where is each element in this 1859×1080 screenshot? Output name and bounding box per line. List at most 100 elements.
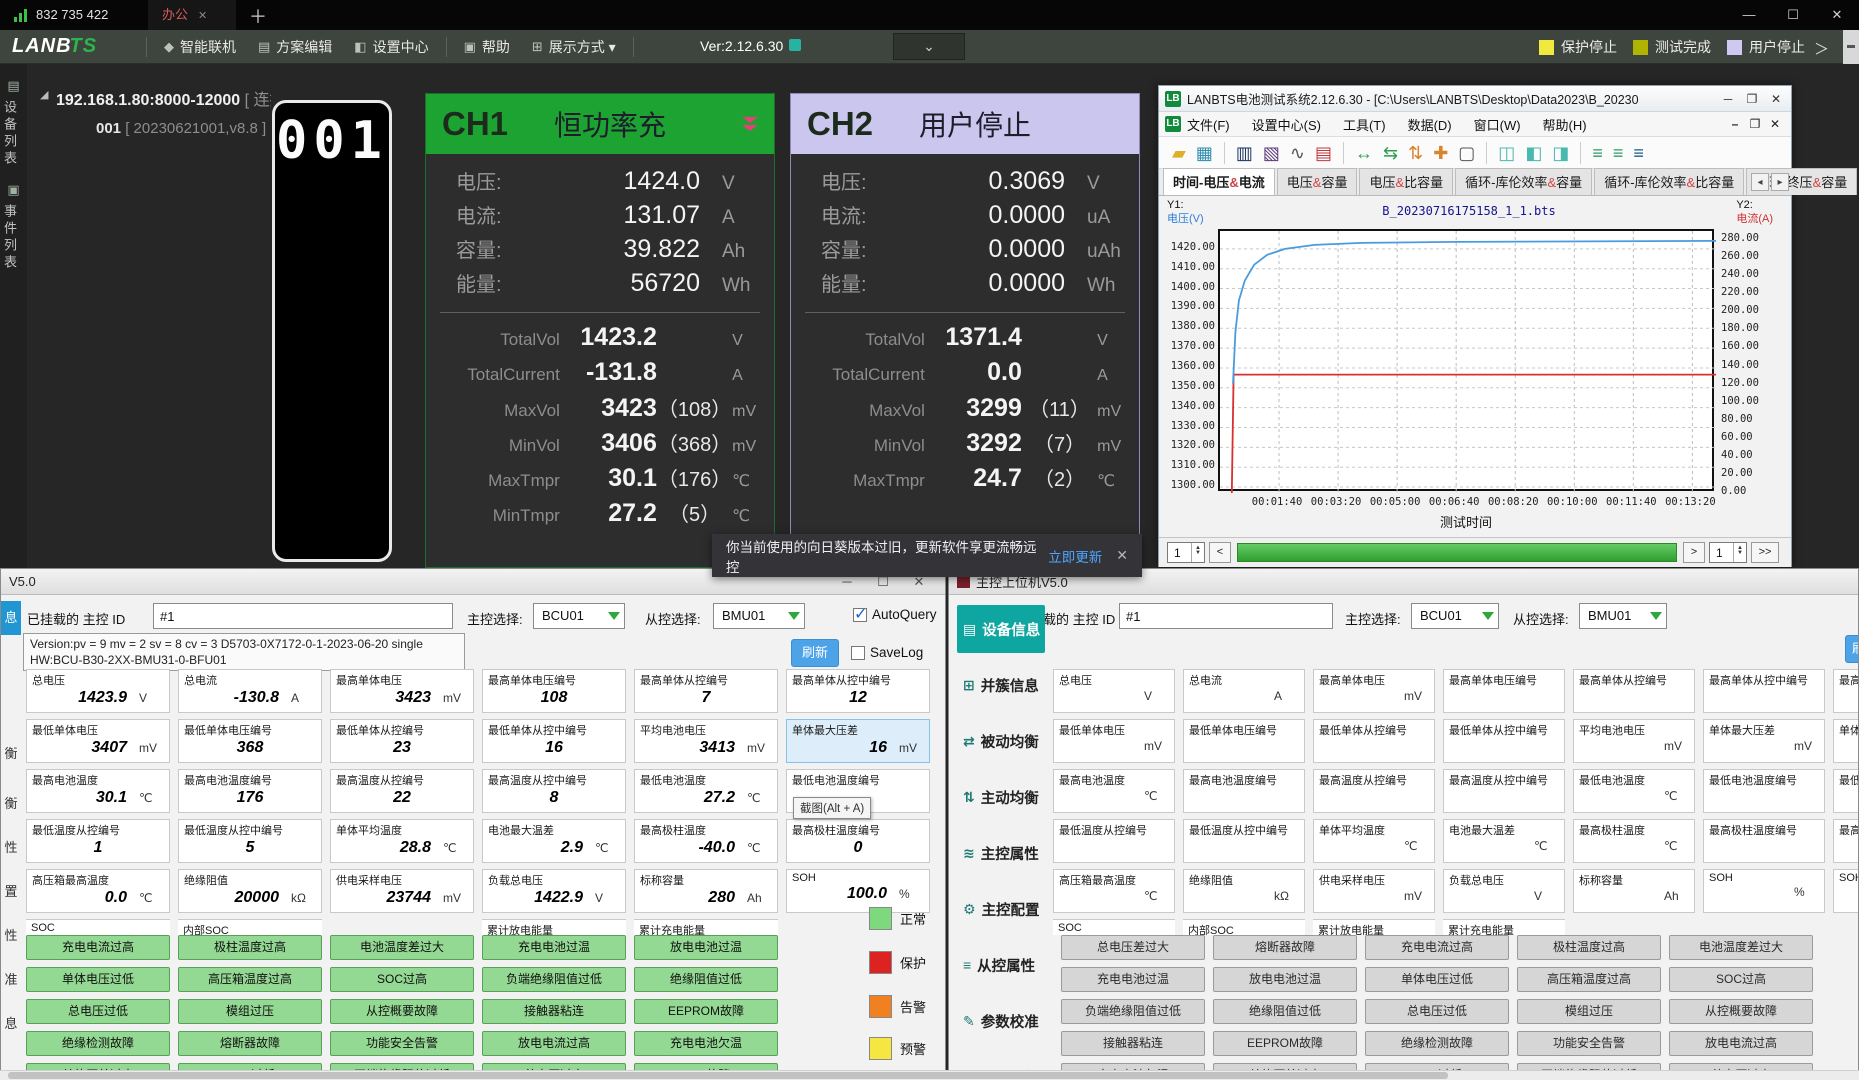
side-tab-sliver-4[interactable]: 置 bbox=[1, 875, 21, 909]
tree-caret-icon[interactable]: ◢ bbox=[40, 88, 48, 101]
side-tab-sliver-2[interactable]: 衡 bbox=[1, 787, 21, 821]
collapsed-panel-handle[interactable] bbox=[1843, 30, 1859, 64]
window-minimize-button[interactable]: — bbox=[1727, 0, 1771, 30]
toast-close-icon[interactable]: ✕ bbox=[1116, 547, 1128, 564]
nav-item-设备信息[interactable]: ▤设备信息 bbox=[957, 605, 1045, 653]
panel-right-icon[interactable]: ◨ bbox=[1552, 142, 1569, 164]
alarm-report-icon[interactable]: ▤ bbox=[1315, 142, 1332, 164]
slave-select-r[interactable]: BMU01 bbox=[1579, 603, 1667, 629]
report-chart-icon[interactable]: ▧ bbox=[1263, 142, 1280, 164]
menu-item-0[interactable]: ◆智能联机 bbox=[164, 37, 236, 57]
menu-item-4[interactable]: ⊞展示方式 ▾ bbox=[532, 37, 616, 57]
chart-tab-1[interactable]: 电压&容量 bbox=[1277, 168, 1358, 195]
save-icon[interactable]: ▦ bbox=[1196, 142, 1213, 164]
menu-item-3[interactable]: ▣帮助 bbox=[464, 37, 510, 57]
open-folder-icon[interactable]: ▰ bbox=[1172, 142, 1186, 164]
expand-all-icon[interactable]: ✚ bbox=[1433, 142, 1448, 164]
field-value-row: mV bbox=[1314, 888, 1434, 903]
window-maximize-button[interactable]: ☐ bbox=[1771, 0, 1815, 30]
y2-tick-label: 60.00 bbox=[1721, 431, 1777, 443]
status-more-chevron[interactable]: ＞ bbox=[1814, 38, 1829, 59]
side-tab-sliver-5[interactable]: 性 bbox=[1, 919, 21, 953]
side-tab-sliver-7[interactable]: 息 bbox=[1, 1007, 21, 1041]
side-tab-sliver-3[interactable]: 性 bbox=[1, 831, 21, 865]
child-window-control-1[interactable]: ❐ bbox=[1745, 117, 1765, 131]
chart-menu-3[interactable]: 数据(D) bbox=[1408, 118, 1452, 133]
autoquery-checkbox[interactable]: AutoQuery bbox=[853, 607, 937, 622]
collapse-dropdown-button[interactable]: ⌄ bbox=[893, 33, 965, 60]
tab-close-icon[interactable]: ✕ bbox=[198, 10, 207, 22]
chart-tab-4[interactable]: 循环-库伦效率&比容量 bbox=[1594, 168, 1744, 195]
chart-tab-2[interactable]: 电压&比容量 bbox=[1359, 168, 1453, 195]
nav-item-从控属性[interactable]: ≡从控属性 bbox=[957, 941, 1045, 989]
data-grid-icon[interactable]: ▥ bbox=[1236, 142, 1253, 164]
chart-close-button[interactable]: ✕ bbox=[1767, 92, 1785, 106]
mounted-id-input[interactable] bbox=[153, 603, 453, 629]
nav-item-主控配置[interactable]: ⚙主控配置 bbox=[957, 885, 1045, 933]
split-view-icon[interactable]: ◫ bbox=[1498, 142, 1515, 164]
page-last-button[interactable]: >> bbox=[1751, 542, 1779, 563]
ch1-header[interactable]: CH1 恒功率充 bbox=[426, 94, 774, 154]
window-close-button[interactable]: ✕ bbox=[1815, 0, 1859, 30]
chart-menu-2[interactable]: 工具(T) bbox=[1343, 118, 1386, 133]
compress-horizontal-icon[interactable]: ⇆ bbox=[1383, 142, 1398, 164]
list-detail-icon[interactable]: ≡ bbox=[1613, 142, 1624, 164]
rail-item-0[interactable]: ▤设备列表 bbox=[0, 78, 27, 168]
list-view-icon[interactable]: ≡ bbox=[1592, 142, 1603, 164]
mounted-id-input-r[interactable] bbox=[1119, 603, 1333, 629]
legend-label: 正常 bbox=[900, 909, 926, 928]
rail-item-1[interactable]: ▣事件列表 bbox=[0, 182, 27, 272]
side-tab-sliver-1[interactable]: 衡 bbox=[1, 737, 21, 771]
master-select-r[interactable]: BCU01 bbox=[1411, 603, 1499, 629]
side-tab-sliver-6[interactable]: 准 bbox=[1, 963, 21, 997]
menu-item-2[interactable]: ◧设置中心 bbox=[354, 37, 428, 57]
tree-root-device[interactable]: 192.168.1.80:8000-12000 [ 连接 bbox=[56, 86, 271, 110]
page-spinner-right[interactable]: 1▲▼ bbox=[1709, 542, 1747, 563]
plot-region[interactable] bbox=[1218, 229, 1714, 491]
chart-tab-0[interactable]: 时间-电压&电流 bbox=[1163, 168, 1275, 195]
list-full-icon[interactable]: ≡ bbox=[1633, 142, 1644, 164]
child-window-control-2[interactable]: ✕ bbox=[1765, 117, 1785, 131]
side-tab-sliver-0[interactable]: 息 bbox=[1, 601, 21, 635]
slave-select[interactable]: BMU01 bbox=[713, 603, 805, 629]
horizontal-scrollbar[interactable] bbox=[0, 1070, 1859, 1080]
page-progress-bar[interactable] bbox=[1237, 543, 1677, 562]
nav-item-主控属性[interactable]: ≋主控属性 bbox=[957, 829, 1045, 877]
chart-window-titlebar[interactable]: LB LANBTS电池测试系统2.12.6.30 - [C:\Users\LAN… bbox=[1159, 86, 1791, 112]
savelog-checkbox[interactable]: SaveLog bbox=[851, 645, 923, 660]
field-unit: mV bbox=[1404, 889, 1426, 903]
chart-menu-1[interactable]: 设置中心(S) bbox=[1252, 118, 1321, 133]
page-prev-button[interactable]: < bbox=[1209, 542, 1231, 563]
curve-icon[interactable]: ∿ bbox=[1290, 142, 1305, 164]
tab-scroll-left[interactable]: ◂ bbox=[1751, 173, 1769, 191]
nav-item-主动均衡[interactable]: ⇅主动均衡 bbox=[957, 773, 1045, 821]
nav-item-被动均衡[interactable]: ⇄被动均衡 bbox=[957, 717, 1045, 765]
panel-left-icon[interactable]: ◧ bbox=[1525, 142, 1542, 164]
tab-scroll-right[interactable]: ▸ bbox=[1771, 173, 1789, 191]
chart-tab-3[interactable]: 循环-库伦效率&容量 bbox=[1455, 168, 1592, 195]
chart-menu-5[interactable]: 帮助(H) bbox=[1543, 118, 1587, 133]
chart-menu-4[interactable]: 窗口(W) bbox=[1474, 118, 1521, 133]
tree-node-channel[interactable]: 001 [ 20230621001,v8.8 ] bbox=[96, 120, 266, 137]
fit-vertical-icon[interactable]: ⇅ bbox=[1408, 142, 1423, 164]
refresh-button-r[interactable]: 刷新 bbox=[1845, 635, 1859, 663]
nav-item-参数校准[interactable]: ✎参数校准 bbox=[957, 997, 1045, 1045]
frame-icon[interactable]: ▢ bbox=[1458, 142, 1475, 164]
chart-minimize-button[interactable]: ─ bbox=[1719, 92, 1737, 106]
browser-tab[interactable]: 办公✕ bbox=[148, 0, 236, 30]
chart-menu-0[interactable]: 文件(F) bbox=[1187, 118, 1230, 133]
chart-restore-button[interactable]: ❐ bbox=[1743, 92, 1761, 106]
menu-item-1[interactable]: ▤方案编辑 bbox=[258, 37, 332, 57]
page-spinner-left[interactable]: 1▲▼ bbox=[1167, 542, 1205, 563]
page-next-button[interactable]: > bbox=[1683, 542, 1705, 563]
nav-item-并簇信息[interactable]: ⊞并簇信息 bbox=[957, 661, 1045, 709]
fit-horizontal-icon[interactable]: ↔ bbox=[1355, 142, 1373, 164]
refresh-button[interactable]: 刷新 bbox=[791, 639, 839, 667]
new-tab-button[interactable]: ＋ bbox=[246, 3, 270, 29]
ch2-header[interactable]: CH2 用户停止 bbox=[791, 94, 1139, 154]
field-label: 负载总电压 bbox=[1444, 870, 1564, 888]
master-select[interactable]: BCU01 bbox=[533, 603, 625, 629]
toast-update-link[interactable]: 立即更新 bbox=[1048, 546, 1102, 566]
scrollbar-thumb[interactable] bbox=[8, 1072, 1448, 1079]
child-window-control-0[interactable]: – bbox=[1725, 117, 1745, 131]
